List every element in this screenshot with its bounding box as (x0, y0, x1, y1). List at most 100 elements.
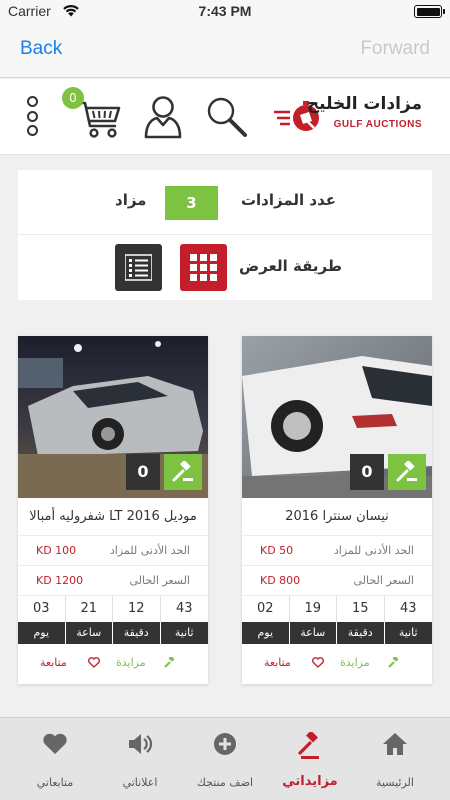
countdown-labels: يوم ساعة دقيقة ثانية (242, 622, 432, 644)
hours-value: 21 (66, 596, 113, 622)
nav-bar: Back Forward (0, 22, 450, 78)
gavel-icon (172, 461, 193, 482)
car-title[interactable]: موديل LT 2016 شفروليه أمبالا (18, 498, 208, 536)
status-time: 7:43 PM (198, 3, 252, 19)
logo-arabic-text: مزادات الخليج (306, 94, 422, 114)
hours-value: 19 (290, 596, 337, 622)
bid-action-label: مزايدة (116, 656, 146, 669)
current-price-row: السعر الحالى KD 800 (242, 566, 432, 596)
cart-button[interactable]: 0 (62, 85, 122, 147)
plus-circle-icon (214, 733, 236, 755)
grid-icon (190, 254, 217, 281)
auction-count-row: عدد المزادات 3 مزاد (18, 170, 432, 235)
seconds-label: ثانية (174, 626, 194, 639)
current-price-value: KD 1200 (36, 574, 84, 587)
auction-count-unit: مزاد (115, 191, 147, 209)
more-menu-icon[interactable] (26, 96, 40, 140)
min-price-row: الحد الأدنى للمزاد KD 50 (242, 536, 432, 566)
gavel-icon (396, 461, 417, 482)
user-icon[interactable] (143, 95, 183, 139)
countdown-values: 03 21 12 43 (18, 596, 208, 622)
countdown-values: 02 19 15 43 (242, 596, 432, 622)
tab-home[interactable]: الرئيسية (350, 718, 440, 800)
home-icon (383, 733, 407, 755)
days-value: 02 (242, 596, 290, 622)
tab-add-product[interactable]: اضف منتجك (180, 718, 270, 800)
follow-action[interactable]: متابعة (264, 656, 324, 669)
logo-latin-text: GULF AUCTIONS (333, 119, 422, 130)
bid-count: 0 (350, 454, 384, 490)
view-mode-row: طريقة العرض (18, 235, 432, 300)
min-price-label: الحد الأدنى للمزاد (333, 544, 414, 557)
tab-label: متابعاتي (36, 776, 74, 789)
grid-view-button[interactable] (180, 244, 227, 291)
min-price-label: الحد الأدنى للمزاد (109, 544, 190, 557)
tab-my-bids[interactable]: مزايداتي (265, 718, 355, 800)
bottom-tab-bar: متابعاتي اعلاناتي اضف منتجك مزايداتي الر… (0, 717, 450, 800)
current-price-row: السعر الحالى KD 1200 (18, 566, 208, 596)
card-actions: مزايدة متابعة (18, 646, 208, 682)
days-label: يوم (18, 622, 66, 644)
seconds-label: ثانية (398, 626, 418, 639)
follow-action-label: متابعة (40, 656, 67, 669)
gulf-auctions-logo: مزادات الخليج GULF AUCTIONS (272, 94, 424, 140)
list-icon (125, 254, 152, 281)
auction-count-value: 3 (165, 186, 218, 220)
bid-action[interactable]: مزايدة (116, 656, 175, 669)
follow-action[interactable]: متابعة (40, 656, 100, 669)
countdown-labels: يوم ساعة دقيقة ثانية (18, 622, 208, 644)
heart-outline-icon (312, 657, 324, 668)
hours-label: ساعة (66, 622, 113, 644)
app-header: 0 مزادات الخليج GULF AUCTIONS (0, 79, 450, 155)
tab-label: اعلاناتي (122, 776, 158, 789)
heart-outline-icon (88, 657, 100, 668)
gavel-icon (298, 732, 319, 759)
min-price-value: KD 50 (260, 544, 294, 557)
car-photo[interactable]: 0 (18, 336, 208, 498)
days-value: 03 (18, 596, 66, 622)
current-price-label: السعر الحالى (353, 574, 414, 587)
heart-icon (43, 733, 67, 754)
quick-bid-button[interactable] (164, 454, 202, 490)
days-label: يوم (242, 622, 290, 644)
minutes-label: دقيقة (113, 622, 161, 644)
search-icon[interactable] (205, 95, 249, 139)
back-button[interactable]: Back (20, 38, 62, 60)
tab-label: اضف منتجك (196, 776, 254, 789)
bid-action[interactable]: مزايدة (340, 656, 399, 669)
current-price-label: السعر الحالى (129, 574, 190, 587)
follow-action-label: متابعة (264, 656, 291, 669)
minutes-value: 12 (113, 596, 161, 622)
seconds-value: 43 (175, 601, 193, 616)
cart-count-badge: 0 (62, 87, 84, 109)
bid-action-label: مزايدة (340, 656, 370, 669)
auction-count-label: عدد المزادات (240, 191, 336, 209)
forward-button[interactable]: Forward (360, 38, 430, 60)
min-price-row: الحد الأدنى للمزاد KD 100 (18, 536, 208, 566)
min-price-value: KD 100 (36, 544, 77, 557)
battery-icon (414, 5, 445, 18)
auction-card[interactable]: 0 نيسان سنترا 2016 الحد الأدنى للمزاد KD… (242, 336, 432, 684)
hours-label: ساعة (290, 622, 337, 644)
car-photo[interactable]: 0 (242, 336, 432, 498)
tab-my-follows[interactable]: متابعاتي (10, 718, 100, 800)
view-mode-label: طريقة العرض (239, 257, 342, 275)
current-price-value: KD 800 (260, 574, 301, 587)
seconds-value: 43 (399, 601, 417, 616)
auction-summary-card: عدد المزادات 3 مزاد طريقة العرض (18, 170, 432, 300)
card-actions: مزايدة متابعة (242, 646, 432, 682)
tab-my-ads[interactable]: اعلاناتي (95, 718, 185, 800)
list-view-button[interactable] (115, 244, 162, 291)
auction-card[interactable]: 0 موديل LT 2016 شفروليه أمبالا الحد الأد… (18, 336, 208, 684)
megaphone-icon (129, 734, 153, 754)
tab-label: الرئيسية (376, 776, 414, 789)
quick-bid-button[interactable] (388, 454, 426, 490)
gavel-small-icon (388, 657, 399, 668)
status-bar: Carrier 7:43 PM (0, 0, 450, 22)
gavel-small-icon (164, 657, 175, 668)
car-title[interactable]: نيسان سنترا 2016 (242, 498, 432, 536)
bid-count: 0 (126, 454, 160, 490)
tab-label: مزايداتي (282, 774, 338, 789)
cart-icon (78, 101, 121, 138)
minutes-label: دقيقة (337, 622, 385, 644)
